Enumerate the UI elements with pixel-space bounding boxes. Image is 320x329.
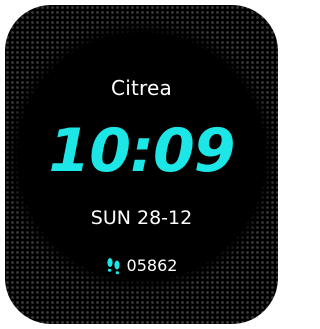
time-display: 10:09 bbox=[48, 116, 236, 186]
footsteps-icon bbox=[106, 257, 121, 275]
date-display: SUN 28-12 bbox=[90, 207, 193, 229]
steps-value: 05862 bbox=[126, 256, 178, 275]
brand-label: Citrea bbox=[111, 76, 172, 100]
steps-counter: 05862 bbox=[5, 256, 278, 275]
watch-screen: Citrea 10:09 SUN 28-12 05862 bbox=[5, 5, 278, 324]
